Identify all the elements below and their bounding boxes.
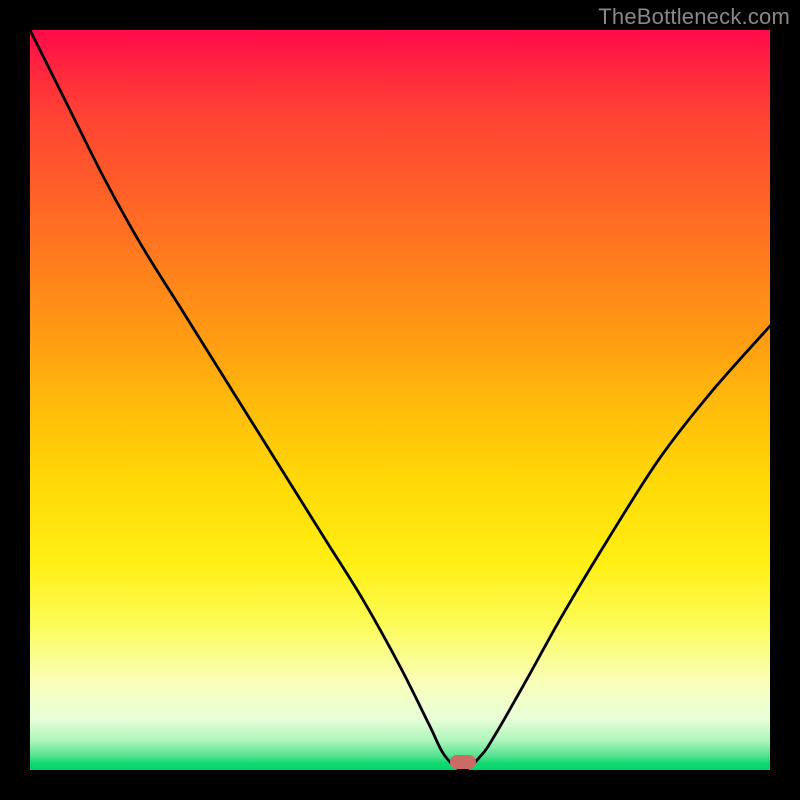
watermark-text: TheBottleneck.com [598,4,790,30]
bottleneck-curve [30,30,770,770]
gradient-plot-area [30,30,770,770]
optimal-marker [450,755,476,769]
chart-frame: TheBottleneck.com [0,0,800,800]
